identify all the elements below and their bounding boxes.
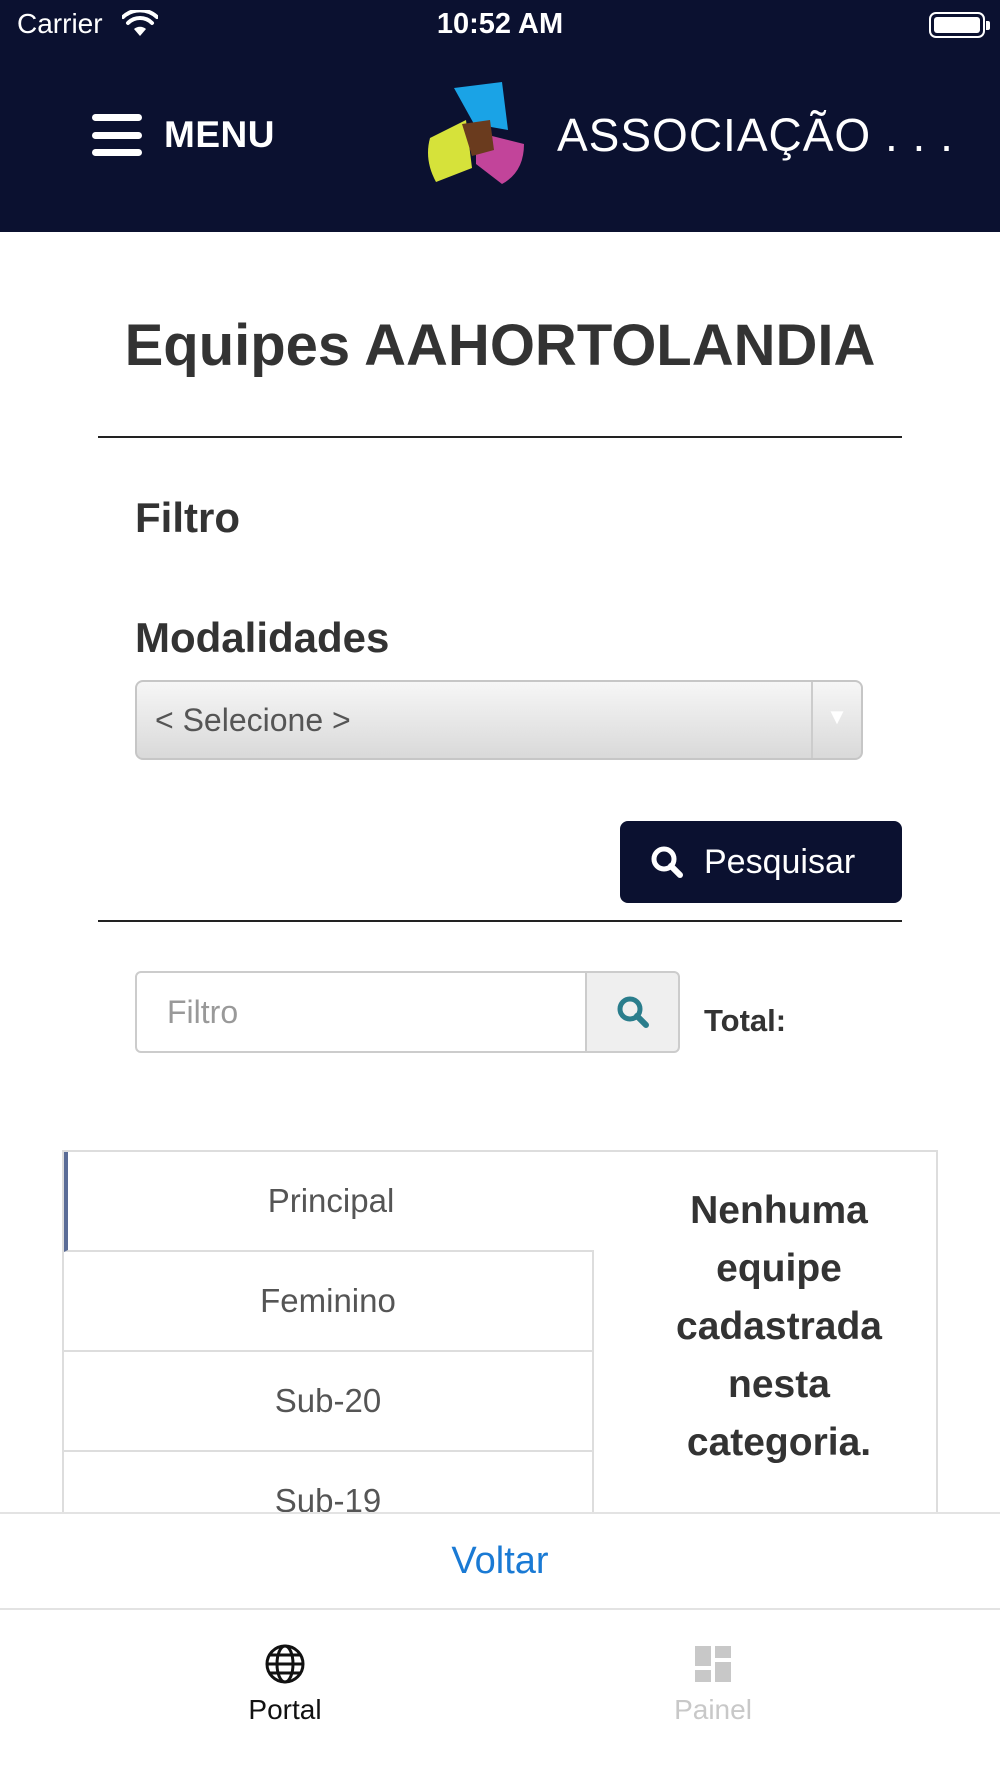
category-tab-sub-19[interactable]: Sub-19 [64,1452,594,1512]
status-bar: Carrier 10:52 AM [0,0,1000,52]
menu-button[interactable]: MENU [92,108,275,162]
tab-portal[interactable]: Portal [185,1642,385,1726]
tab-painel[interactable]: Painel [613,1642,813,1726]
search-icon [651,846,683,878]
menu-label: MENU [164,114,275,155]
tab-portal-label: Portal [248,1694,322,1725]
category-tab-label: Sub-19 [274,1482,382,1512]
search-button[interactable]: Pesquisar [620,821,902,903]
category-tab-sub-20[interactable]: Sub-20 [64,1352,594,1452]
category-tab-feminino[interactable]: Feminino [64,1252,594,1352]
modalidades-selected-value: < Selecione > [155,702,351,738]
dashboard-icon [695,1646,731,1682]
app-header: Carrier 10:52 AM MENU ASSOCIAÇÃO . . . [0,0,1000,232]
search-icon [617,996,649,1028]
list-filter-search-button[interactable] [585,971,680,1053]
battery-icon [929,12,990,38]
filter-heading: Filtro [135,494,240,541]
category-tab-label: Principal [267,1182,395,1219]
hamburger-icon [92,114,142,156]
list-filter-input[interactable] [135,971,587,1053]
modalidades-label: Modalidades [135,614,390,661]
modalidades-select[interactable]: < Selecione > ▼ [135,680,863,760]
total-label: Total: [704,1003,787,1038]
tab-painel-label: Painel [674,1694,752,1725]
empty-message: Nenhuma equipe cadastrada nesta categori… [676,1189,882,1464]
page-title: Equipes AAHORTOLANDIA [124,313,876,378]
category-tab-label: Sub-20 [274,1382,382,1419]
divider [98,436,902,438]
back-bar: Voltar [0,1512,1000,1610]
clock: 10:52 AM [436,8,564,40]
category-tab-label: Feminino [260,1282,396,1319]
association-logo [428,82,524,184]
category-panel: Principal Feminino Sub-20 Sub-19 Nenhuma… [62,1150,938,1512]
globe-icon [265,1644,305,1684]
back-link[interactable]: Voltar [451,1540,548,1583]
chevron-down-icon: ▼ [811,682,861,758]
divider [98,920,902,922]
brand-name: ASSOCIAÇÃO . . . [557,109,954,161]
category-tab-principal[interactable]: Principal [64,1152,594,1252]
bottom-tab-bar: Portal Painel [0,1610,1000,1778]
search-button-label: Pesquisar [704,842,856,881]
